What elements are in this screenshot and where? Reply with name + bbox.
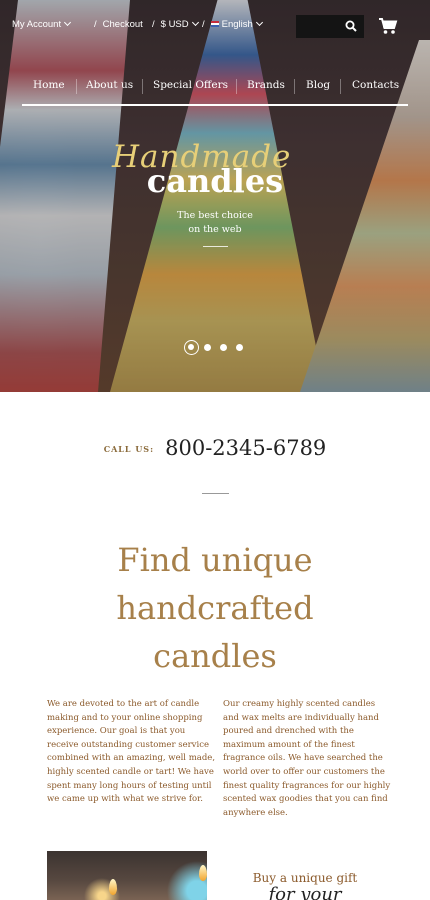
slider-dot-4[interactable] <box>236 344 243 351</box>
checkout-label: Checkout <box>102 19 143 30</box>
promo-script: for your <box>268 884 342 900</box>
separator: / <box>202 19 205 30</box>
section-divider <box>202 493 229 494</box>
chevron-down-icon <box>191 18 199 27</box>
separator: / <box>152 19 155 30</box>
promo-title: Buy a unique gift <box>252 871 358 885</box>
hero-divider <box>203 246 228 247</box>
flag-icon <box>210 21 219 27</box>
hero-banner: My Account / Checkout / $ USD / English Hom… <box>0 0 430 392</box>
language-label: English <box>221 19 253 30</box>
nav-divider <box>236 79 237 94</box>
call-us-block: CALL US: 800-2345-6789 <box>0 436 430 466</box>
checkout-link[interactable]: / Checkout <box>94 19 143 30</box>
language-dropdown[interactable]: / English <box>202 18 263 30</box>
candle-flame <box>199 865 207 881</box>
intro-paragraph-right: Our creamy highly scented candles and wa… <box>223 699 391 818</box>
intro-paragraph-left: We are devoted to the art of candle maki… <box>47 699 216 805</box>
chevron-down-icon <box>255 18 263 27</box>
slider-dot-1[interactable] <box>184 340 199 355</box>
call-us-label: CALL US: <box>103 444 155 454</box>
nav-divider <box>294 79 295 94</box>
phone-number-link[interactable]: 800-2345-6789 <box>165 436 326 460</box>
my-account-dropdown[interactable]: My Account <box>12 18 72 30</box>
nav-divider <box>142 79 143 94</box>
promo-candle-image <box>47 851 207 900</box>
top-bar: My Account / Checkout / $ USD / English <box>0 0 430 52</box>
intro-headline-line: Find unique <box>117 541 313 579</box>
nav-item-blog[interactable]: Blog <box>306 79 330 91</box>
intro-headline: Find unique handcrafted candles <box>0 536 430 680</box>
hero-tagline: The best choice on the web <box>0 209 430 237</box>
nav-item-home[interactable]: Home <box>33 79 65 91</box>
nav-item-about-us[interactable]: About us <box>86 79 133 91</box>
nav-item-brands[interactable]: Brands <box>247 79 285 91</box>
currency-label: $ USD <box>160 19 189 30</box>
slider-dot-2[interactable] <box>204 344 211 351</box>
main-navigation: Home About us Special Offers Brands Blog… <box>22 70 408 106</box>
cart-icon[interactable] <box>378 17 398 35</box>
currency-dropdown[interactable]: / $ USD <box>152 18 199 30</box>
intro-headline-line: handcrafted <box>116 589 314 627</box>
nav-divider <box>340 79 341 94</box>
my-account-label: My Account <box>12 19 62 30</box>
nav-item-special-offers[interactable]: Special Offers <box>153 79 228 91</box>
hero-tagline-line: on the web <box>188 224 242 235</box>
slider-dot-3[interactable] <box>220 344 227 351</box>
candle-flame <box>109 879 117 895</box>
nav-item-contacts[interactable]: Contacts <box>352 79 399 91</box>
search-icon[interactable] <box>345 20 357 32</box>
hero-title: candles <box>146 162 284 200</box>
nav-divider <box>76 79 77 94</box>
intro-headline-line: candles <box>153 637 277 675</box>
separator: / <box>94 19 97 30</box>
chevron-down-icon <box>64 18 72 27</box>
hero-tagline-line: The best choice <box>177 210 253 221</box>
